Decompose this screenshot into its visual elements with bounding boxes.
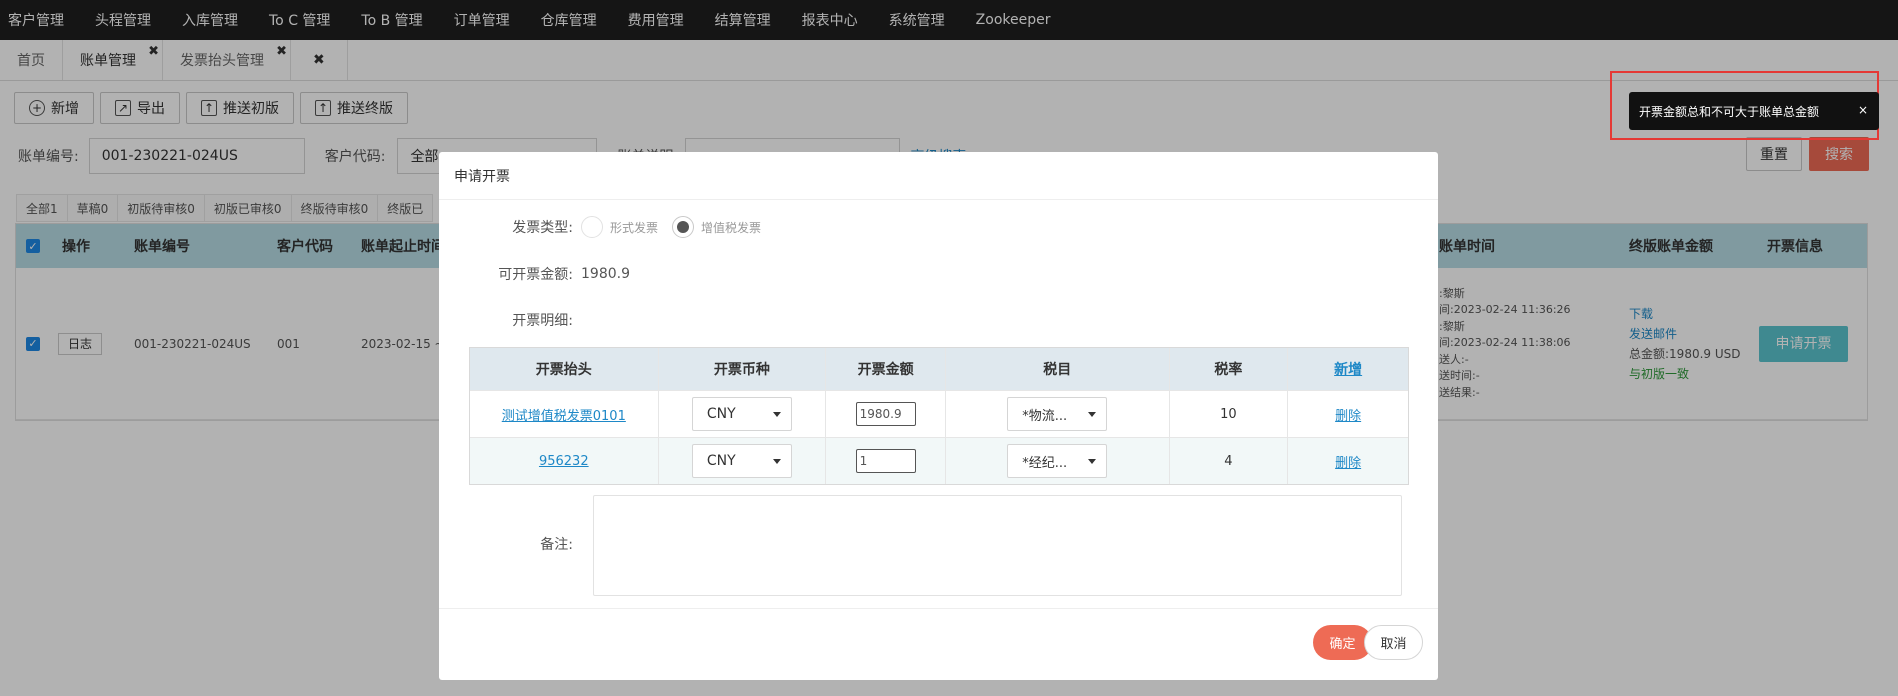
currency-value: CNY — [706, 453, 736, 469]
header-title: 开票抬头 — [470, 348, 659, 390]
radio-proforma[interactable] — [581, 216, 603, 238]
tax-item-value: *经纪... — [1022, 455, 1068, 471]
tax-item-select[interactable]: *物流... — [1007, 397, 1108, 431]
detail-label: 开票明细: — [512, 313, 573, 329]
invoice-title-link[interactable]: 956232 — [539, 454, 589, 469]
radio-vat[interactable] — [672, 216, 695, 238]
amount-input[interactable]: 1980.9 — [855, 402, 916, 426]
delete-row-link[interactable]: 删除 — [1335, 405, 1361, 424]
toast-message: 开票金额总和不可大于账单总金额 — [1639, 104, 1820, 119]
chevron-down-icon — [1088, 411, 1097, 417]
detail-table-header: 开票抬头 开票币种 开票金额 税目 税率 新增 — [470, 348, 1408, 390]
amount-input[interactable]: 1 — [855, 449, 916, 473]
available-amount-row: 可开票金额: 1980.9 — [439, 264, 630, 284]
remark-row: 备注: — [439, 534, 581, 554]
header-amount: 开票金额 — [826, 348, 946, 390]
add-row-link[interactable]: 新增 — [1334, 359, 1362, 379]
table-row: 956232 CNY 1 *经纪... 4 删除 — [470, 437, 1408, 484]
invoice-detail-table: 开票抬头 开票币种 开票金额 税目 税率 新增 测试增值税发票0101 CNY … — [469, 347, 1409, 485]
currency-select[interactable]: CNY — [691, 397, 792, 431]
chevron-down-icon — [772, 411, 781, 417]
apply-invoice-dialog: 申请开票 发票类型: 形式发票 增值税发票 可开票金额: 1980.9 开票明细… — [439, 152, 1438, 680]
dialog-footer: 确定 取消 — [439, 608, 1438, 680]
tax-item-value: *物流... — [1022, 408, 1068, 424]
currency-select[interactable]: CNY — [691, 444, 792, 478]
table-row: 测试增值税发票0101 CNY 1980.9 *物流... 10 删除 — [470, 390, 1408, 437]
error-toast: 开票金额总和不可大于账单总金额 × — [1629, 92, 1879, 130]
available-amount-label: 可开票金额: — [498, 267, 573, 283]
chevron-down-icon — [1088, 458, 1097, 464]
currency-value: CNY — [706, 406, 736, 422]
cancel-button[interactable]: 取消 — [1364, 625, 1423, 660]
available-amount-value: 1980.9 — [581, 266, 630, 282]
tax-rate: 4 — [1170, 438, 1289, 484]
tax-rate: 10 — [1170, 391, 1289, 437]
remark-label: 备注: — [540, 537, 573, 553]
delete-row-link[interactable]: 删除 — [1335, 452, 1361, 471]
detail-row: 开票明细: — [439, 310, 581, 330]
radio-proforma-label: 形式发票 — [610, 220, 659, 235]
remark-textarea[interactable] — [593, 495, 1402, 596]
tax-item-select[interactable]: *经纪... — [1007, 444, 1108, 478]
header-currency: 开票币种 — [659, 348, 827, 390]
chevron-down-icon — [772, 458, 781, 464]
header-tax-item: 税目 — [946, 348, 1170, 390]
dialog-title: 申请开票 — [439, 152, 1438, 200]
invoice-type-label: 发票类型: — [512, 220, 573, 236]
radio-vat-label: 增值税发票 — [701, 220, 762, 235]
header-rate: 税率 — [1170, 348, 1289, 390]
invoice-title-link[interactable]: 测试增值税发票0101 — [502, 405, 626, 424]
invoice-type-row: 发票类型: 形式发票 增值税发票 — [439, 216, 775, 238]
close-icon[interactable]: × — [1858, 103, 1868, 117]
